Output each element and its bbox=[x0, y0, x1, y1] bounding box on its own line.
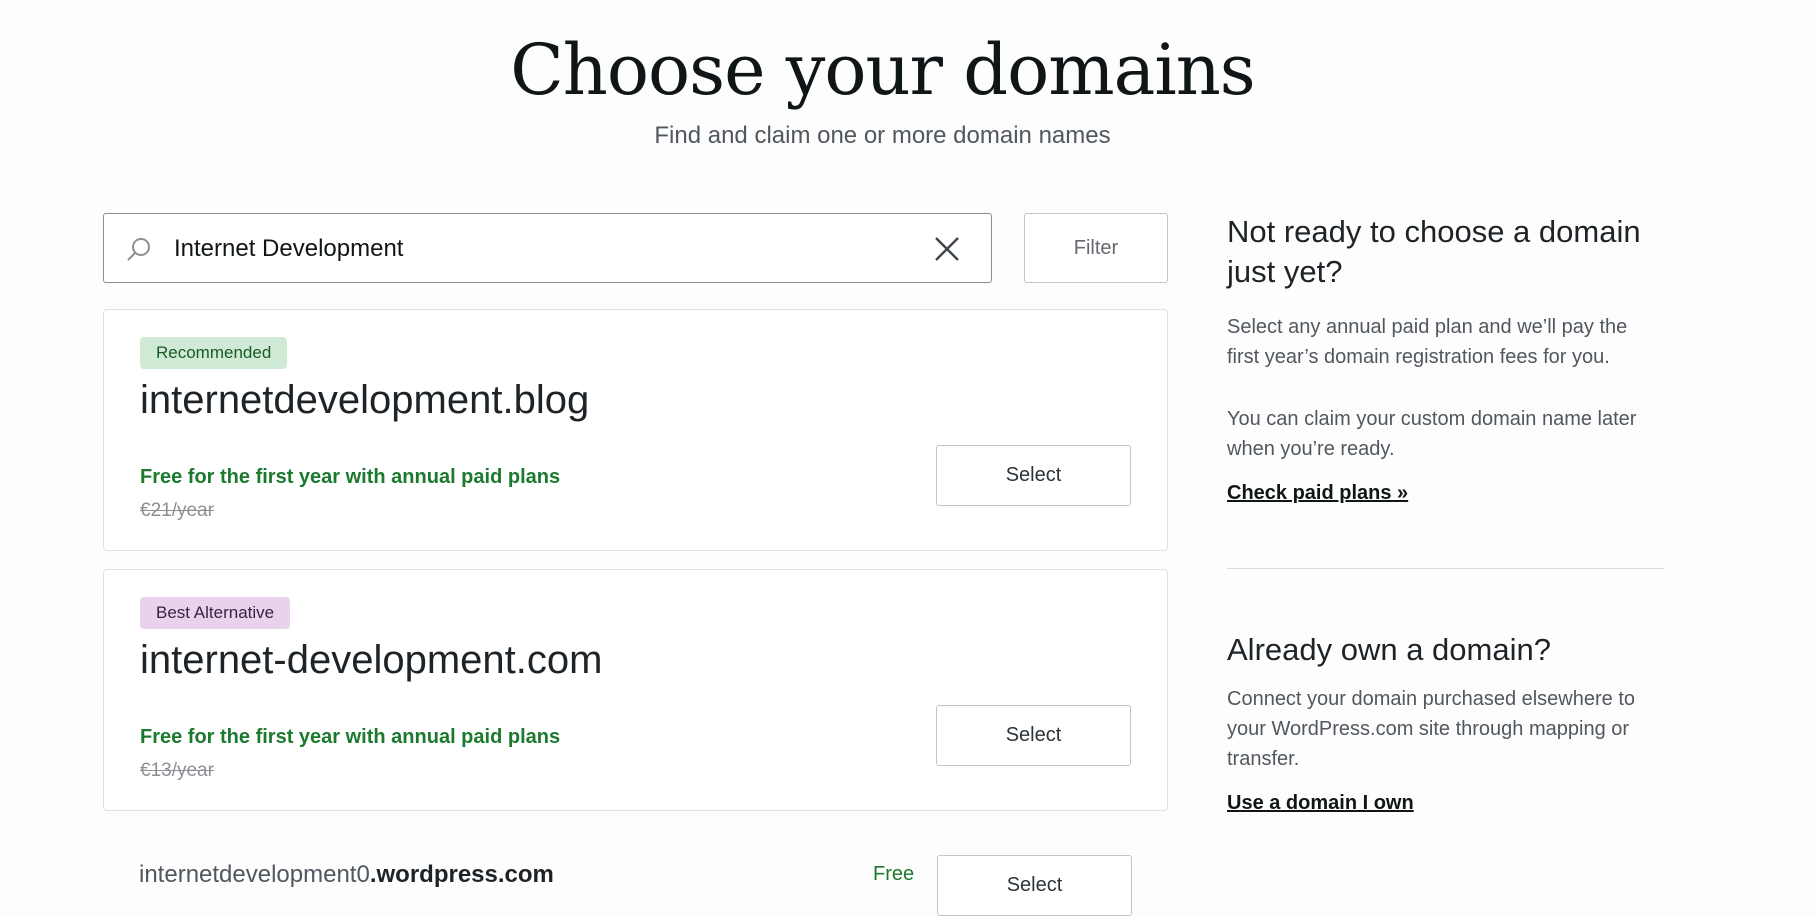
domain-search-box[interactable] bbox=[103, 213, 992, 283]
own-domain-text: Connect your domain purchased elsewhere … bbox=[1227, 688, 1636, 770]
subdomain-text: internetdevelopment0 bbox=[139, 861, 370, 888]
domain-suggestion-card: Recommended internetdevelopment.blog Fre… bbox=[103, 309, 1168, 551]
page-title: Choose your domains bbox=[510, 29, 1255, 111]
domain-name: internetdevelopment.blog bbox=[140, 378, 590, 422]
use-domain-i-own-link[interactable]: Use a domain I own bbox=[1227, 792, 1414, 814]
close-icon[interactable] bbox=[933, 235, 961, 263]
select-button[interactable]: Select bbox=[937, 855, 1132, 916]
domain-suggestion-card: Best Alternative internet-development.co… bbox=[103, 569, 1168, 811]
sidebar-divider bbox=[1227, 568, 1664, 569]
sidebar-own-domain: Already own a domain? Connect your domai… bbox=[1227, 630, 1665, 815]
free-domain-row: internetdevelopment0.wordpress.com Free … bbox=[103, 855, 1168, 916]
best-alternative-badge: Best Alternative bbox=[140, 597, 291, 629]
original-price: €21/year bbox=[140, 500, 214, 521]
search-icon bbox=[127, 238, 150, 261]
original-price: €13/year bbox=[140, 760, 214, 781]
promo-text: Free for the first year with annual paid… bbox=[140, 466, 561, 488]
select-button[interactable]: Select bbox=[936, 705, 1131, 766]
promo-text: Free for the first year with annual paid… bbox=[140, 726, 561, 748]
claim-later-text: You can claim your custom domain name la… bbox=[1227, 408, 1637, 460]
search-input[interactable] bbox=[172, 228, 896, 270]
page-subtitle: Find and claim one or more domain names bbox=[654, 122, 1111, 149]
sidebar-not-ready: Not ready to choose a domain just yet? S… bbox=[1227, 212, 1665, 505]
free-price-label: Free bbox=[873, 863, 915, 885]
wordpress-suffix: .wordpress.com bbox=[369, 861, 554, 888]
not-ready-text: Select any annual paid plan and we’ll pa… bbox=[1227, 316, 1628, 368]
own-domain-heading: Already own a domain? bbox=[1227, 632, 1551, 667]
domain-name: internet-development.com bbox=[140, 638, 603, 682]
page-header: Choose your domains Find and claim one o… bbox=[0, 0, 1765, 150]
not-ready-heading: Not ready to choose a domain just yet? bbox=[1227, 214, 1641, 289]
check-paid-plans-link[interactable]: Check paid plans » bbox=[1227, 482, 1408, 504]
select-button[interactable]: Select bbox=[936, 445, 1131, 506]
filter-button[interactable]: Filter bbox=[1024, 213, 1168, 283]
recommended-badge: Recommended bbox=[140, 337, 288, 369]
free-domain-name: internetdevelopment0.wordpress.com bbox=[139, 861, 554, 889]
